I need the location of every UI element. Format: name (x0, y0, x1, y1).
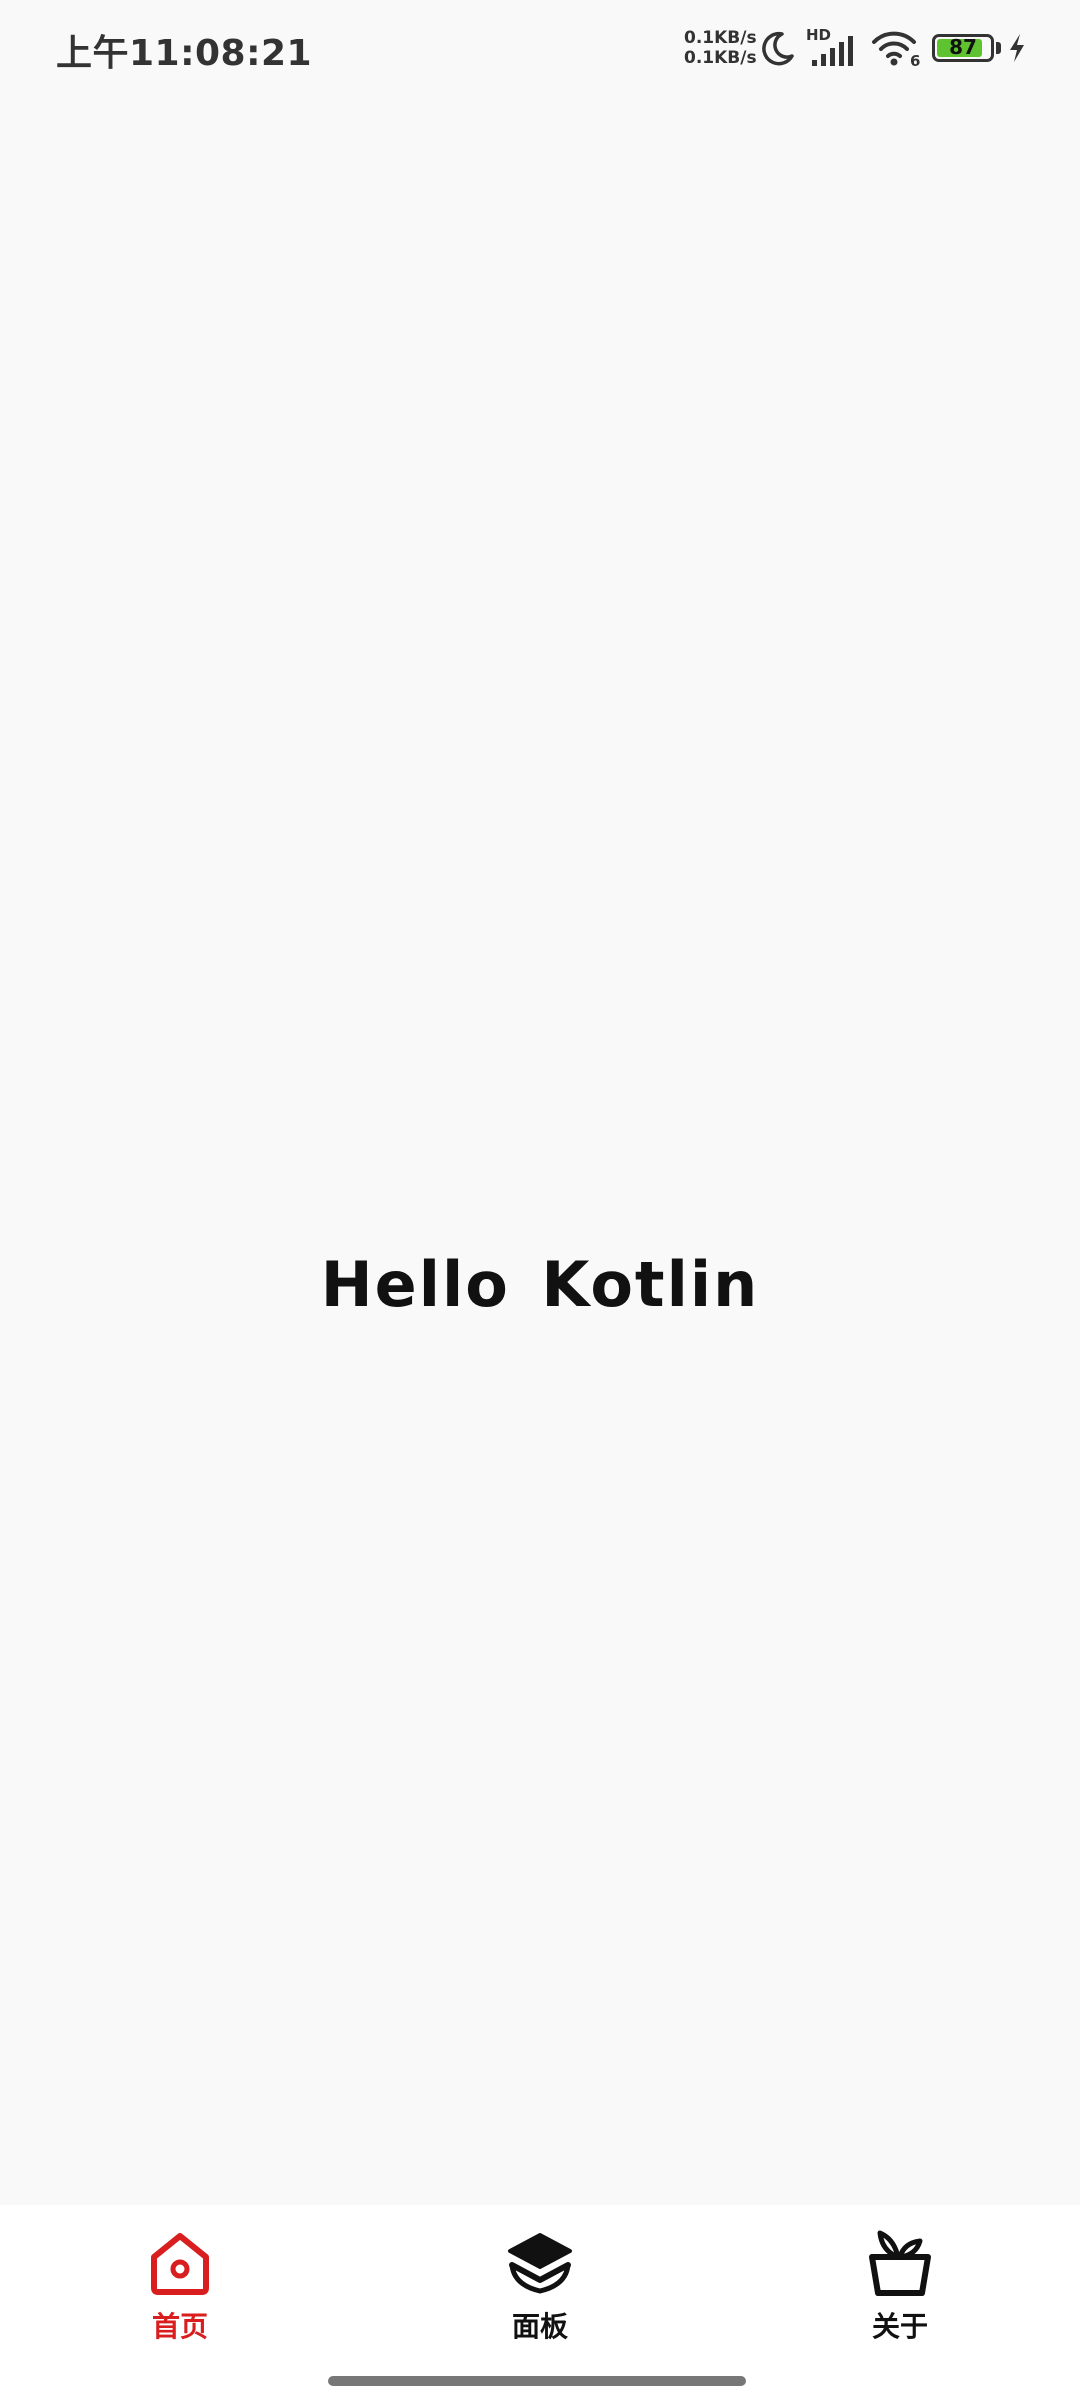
signal-icon (812, 36, 853, 66)
net-speed-up: 0.1KB/s (684, 28, 757, 48)
home-icon (151, 2233, 209, 2295)
bottom-nav: 首页 面板 关于 (0, 2205, 1080, 2400)
nav-item-about[interactable]: 关于 (800, 2227, 1000, 2367)
net-speed-down: 0.1KB/s (684, 48, 757, 68)
battery-icon: 87 (932, 34, 994, 62)
main-content: Hello Kotlin (0, 100, 1080, 2205)
nav-item-panel[interactable]: 面板 (440, 2227, 640, 2367)
greeting-text: Hello Kotlin (320, 1248, 760, 1321)
status-time: 上午11:08:21 (56, 33, 313, 74)
wifi-indicator: 6 (870, 28, 922, 70)
wifi-6-label: 6 (910, 52, 921, 70)
nav-label-home: 首页 (151, 2310, 208, 2343)
charging-icon (1010, 34, 1024, 62)
home-indicator[interactable] (328, 2376, 746, 2386)
battery-level: 87 (949, 35, 977, 59)
nav-label-about: 关于 (871, 2310, 928, 2343)
status-bar: 上午11:08:21 0.1KB/s 0.1KB/s HD 6 87 (0, 0, 1080, 100)
layers-icon (508, 2233, 572, 2294)
nav-item-home[interactable]: 首页 (80, 2227, 280, 2367)
battery-tip (996, 42, 1001, 54)
signal-indicator: HD (806, 26, 862, 68)
plant-pot-icon (869, 2230, 931, 2296)
nav-label-panel: 面板 (511, 2310, 568, 2343)
moon-icon (762, 31, 794, 66)
network-speed: 0.1KB/s 0.1KB/s (684, 28, 757, 68)
